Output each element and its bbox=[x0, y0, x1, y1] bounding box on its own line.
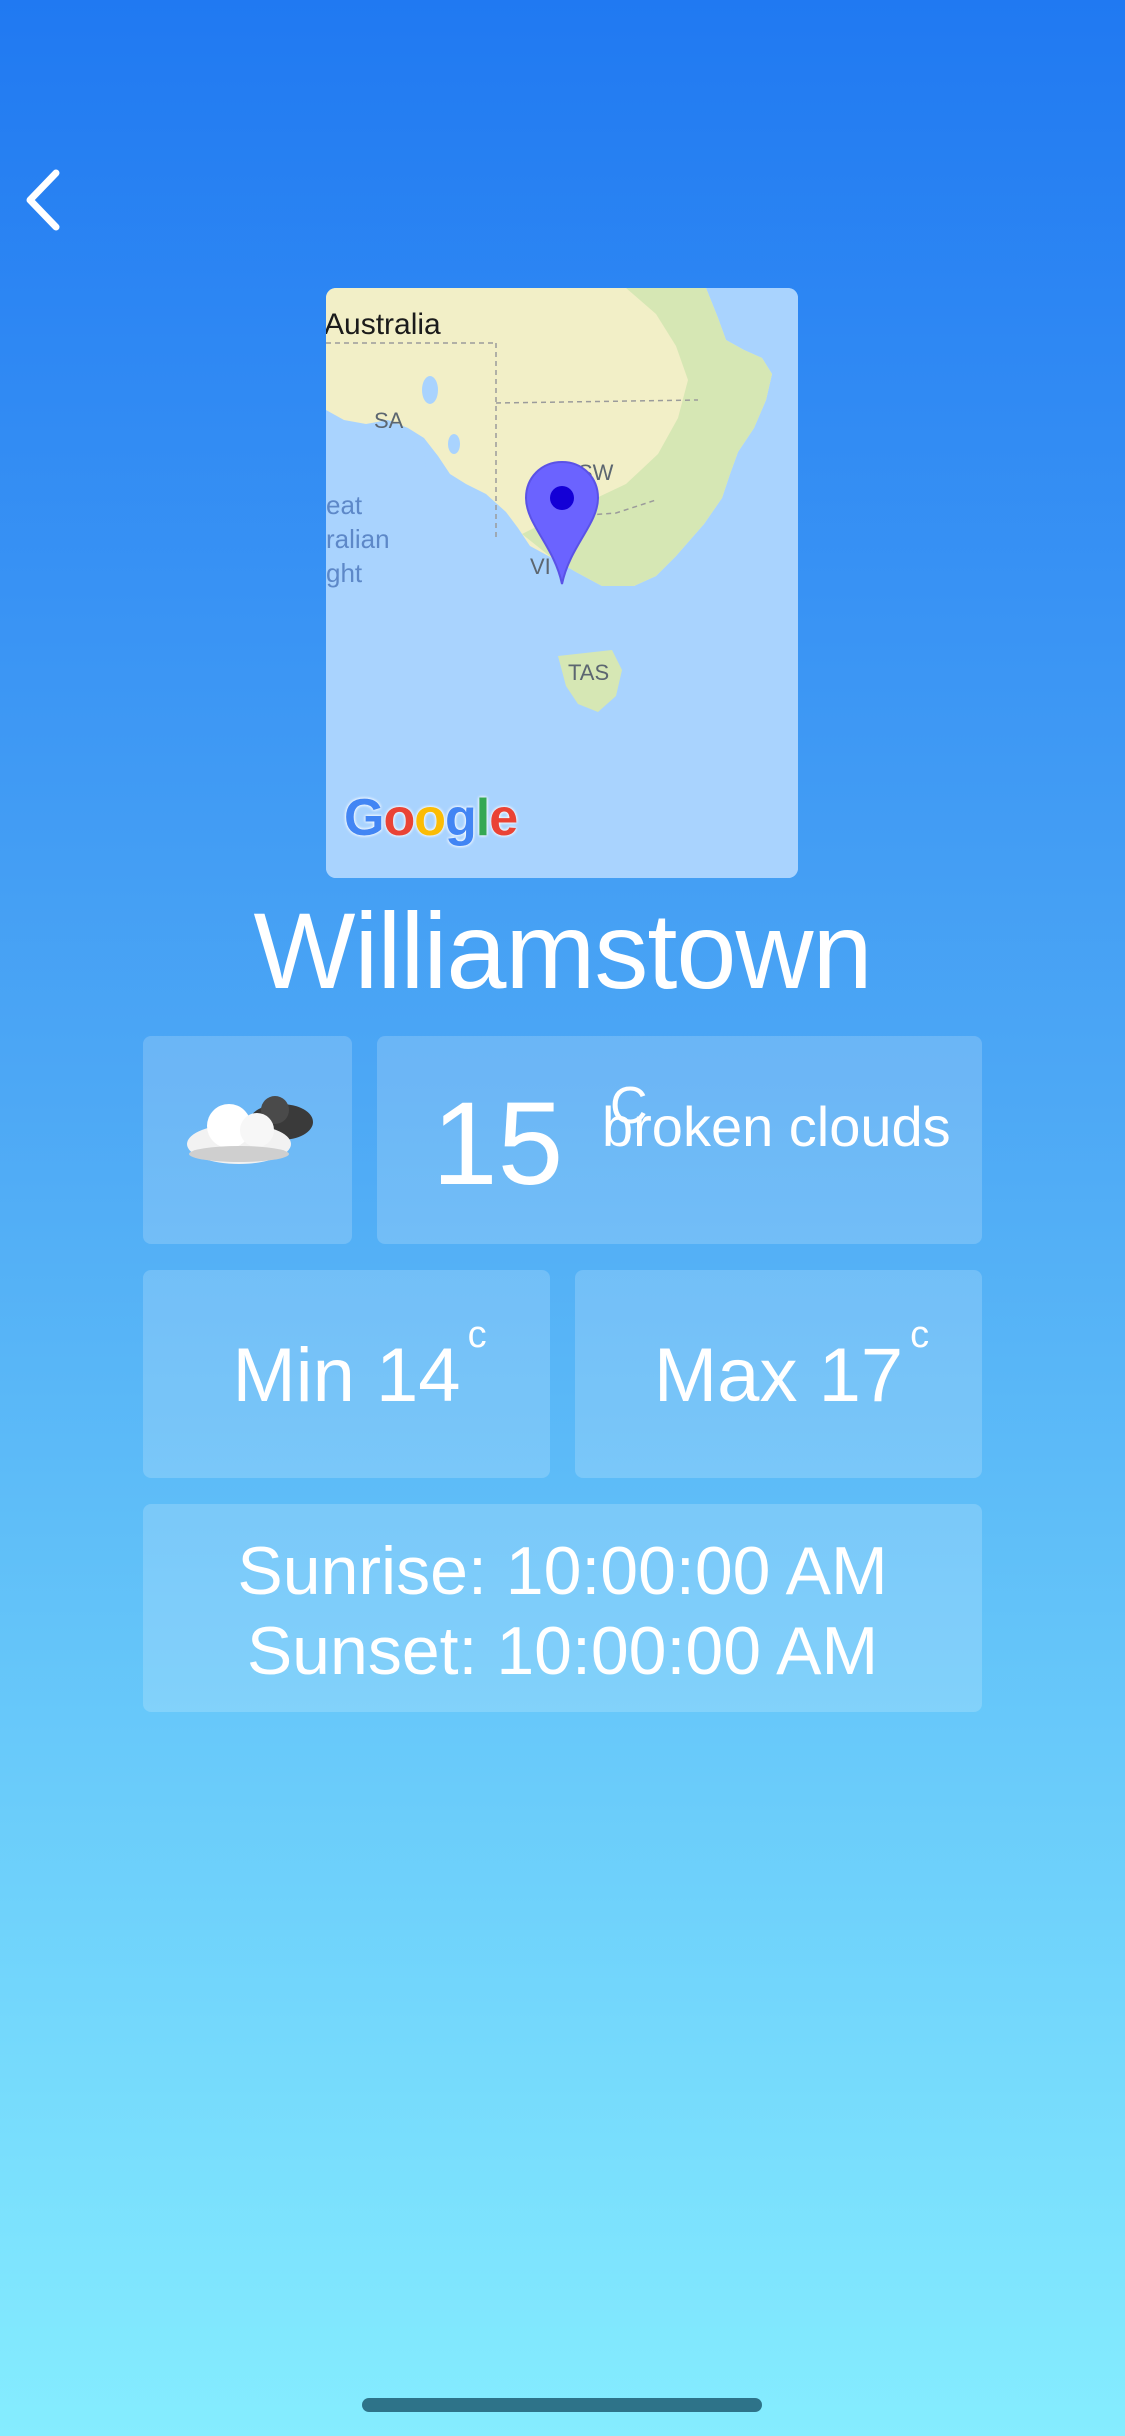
city-name: Williamstown bbox=[253, 890, 872, 1011]
map-country-label: Australia bbox=[326, 308, 441, 341]
back-button[interactable] bbox=[20, 165, 70, 235]
sun-times-card: Sunrise: 10:00:00 AM Sunset: 10:00:00 AM bbox=[143, 1504, 982, 1712]
map-sea-label: eat ralian ght bbox=[326, 490, 390, 588]
max-temp-label: Max 17 bbox=[653, 1333, 904, 1418]
min-temp-card: Min 14 c bbox=[143, 1270, 550, 1478]
min-temp-unit: c bbox=[467, 1314, 487, 1356]
max-temp-unit: c bbox=[910, 1314, 930, 1356]
sunset-time: Sunset: 10:00:00 AM bbox=[246, 1613, 879, 1689]
home-indicator[interactable] bbox=[362, 2398, 762, 2412]
google-logo: Google bbox=[344, 789, 518, 847]
sunrise-time: Sunrise: 10:00:00 AM bbox=[237, 1533, 888, 1609]
map-state-label-sa: SA bbox=[374, 408, 404, 433]
weather-description: broken clouds bbox=[602, 1095, 951, 1158]
min-temp-label: Min 14 bbox=[232, 1333, 461, 1418]
chevron-left-icon bbox=[26, 169, 60, 231]
weather-icon-card bbox=[143, 1036, 352, 1244]
max-temp-card: Max 17 c bbox=[575, 1270, 982, 1478]
current-temperature: 15 bbox=[432, 1078, 564, 1210]
map-state-label-tas: TAS bbox=[568, 660, 610, 685]
map-pin-icon[interactable] bbox=[524, 460, 600, 586]
broken-clouds-icon bbox=[187, 1096, 313, 1164]
location-map[interactable]: Australia SA SW VI TAS eat ralian ght Go… bbox=[326, 288, 798, 878]
current-temp-card: 15 C broken clouds bbox=[377, 1036, 982, 1244]
